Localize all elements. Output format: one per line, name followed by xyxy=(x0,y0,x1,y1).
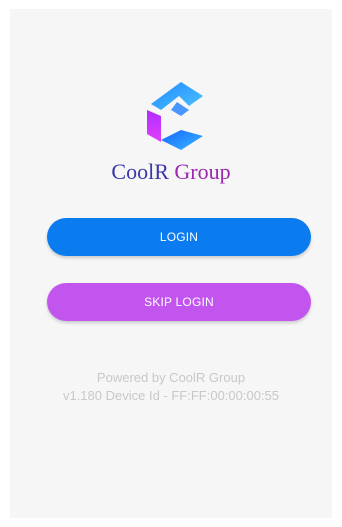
skip-login-button[interactable]: SKIP LOGIN xyxy=(47,283,311,321)
logo-inner-accent xyxy=(171,102,189,116)
powered-by-text: Powered by CoolR Group xyxy=(96,370,246,385)
skip-login-button-label: SKIP LOGIN xyxy=(144,295,214,309)
brand-name-part2: Group xyxy=(174,159,231,184)
logo-bottom-band xyxy=(161,130,203,150)
login-button-label: LOGIN xyxy=(159,230,199,244)
login-button[interactable]: LOGIN xyxy=(47,218,311,256)
version-device-id-text: v1.180 Device Id - FF:FF:00:00:00:55 xyxy=(62,388,280,403)
logo-left-band xyxy=(147,110,161,142)
coolr-logo-icon xyxy=(147,82,203,150)
brand-name: CoolR Group xyxy=(0,158,342,186)
brand-name-part1: CoolR xyxy=(111,159,169,184)
